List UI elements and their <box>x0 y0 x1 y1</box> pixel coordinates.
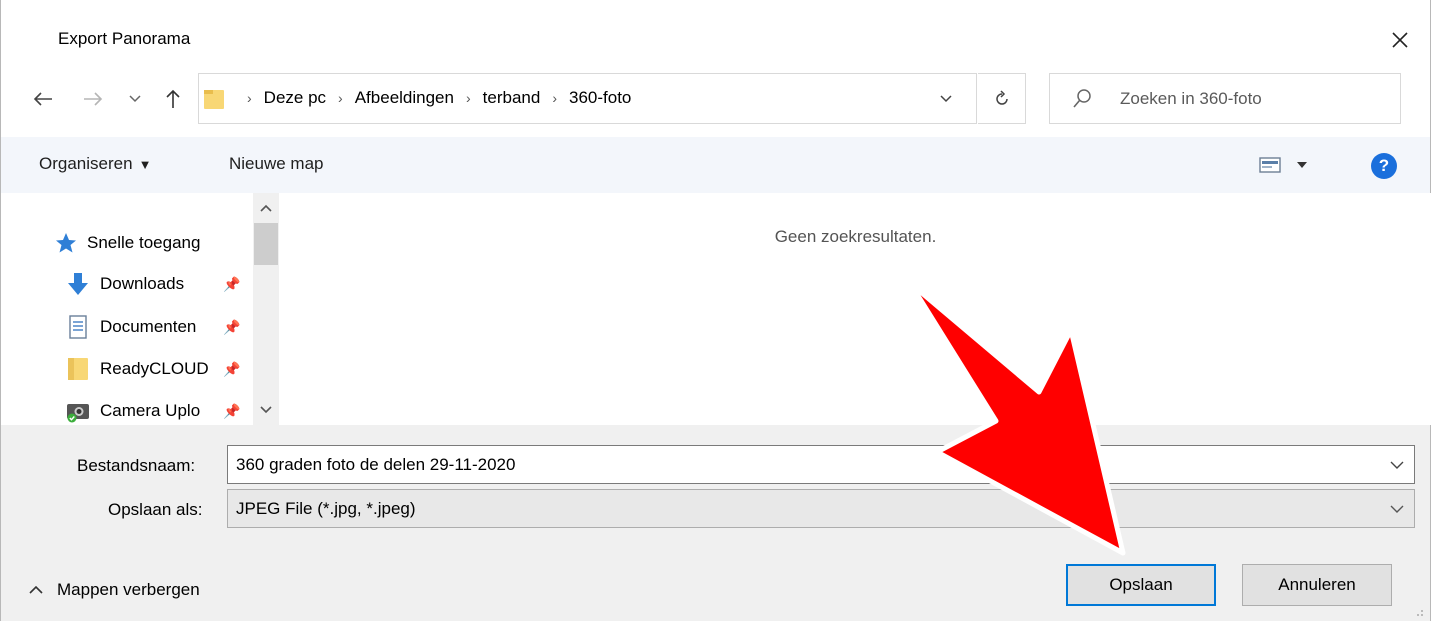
view-options-button[interactable] <box>1259 153 1321 177</box>
navigation-pane: Snelle toegang Downloads 📌 Documenten 📌 … <box>1 193 253 425</box>
chevron-down-icon <box>940 95 952 103</box>
resize-grip-icon[interactable] <box>1412 605 1424 617</box>
sidebar-item-label: Camera Uplo <box>100 401 201 420</box>
back-button[interactable] <box>29 85 57 113</box>
save-as-type-value: JPEG File (*.jpg, *.jpeg) <box>236 498 416 518</box>
document-icon <box>65 314 91 340</box>
export-dialog: Export Panorama › Deze pc › Afbeeldingen… <box>0 0 1431 621</box>
breadcrumb-item[interactable]: terband <box>483 88 541 108</box>
pin-icon: 📌 <box>223 402 241 419</box>
breadcrumb-separator: › <box>465 90 471 106</box>
chevron-down-icon <box>1390 461 1404 469</box>
title-bar: Export Panorama <box>1 0 1430 62</box>
breadcrumb-separator: › <box>247 90 252 106</box>
breadcrumb-item[interactable]: 360-foto <box>569 88 631 108</box>
close-button[interactable] <box>1382 22 1418 58</box>
sidebar-item-quick-access[interactable]: Snelle toegang <box>1 224 253 262</box>
hide-folders-toggle[interactable]: Mappen verbergen <box>29 580 200 600</box>
save-as-type-select[interactable]: JPEG File (*.jpg, *.jpeg) <box>227 489 1415 528</box>
scroll-down-button[interactable] <box>253 399 279 421</box>
refresh-icon <box>995 89 1008 105</box>
caret-down-icon <box>1297 162 1307 168</box>
empty-results-message: Geen zoekresultaten. <box>774 227 937 246</box>
help-button[interactable]: ? <box>1371 153 1397 179</box>
download-arrow-icon <box>65 271 91 297</box>
scroll-up-button[interactable] <box>253 197 279 219</box>
pin-icon: 📌 <box>223 318 241 335</box>
sidebar-item-label: Downloads <box>100 274 185 293</box>
file-list-pane[interactable]: Geen zoekresultaten. <box>279 193 1431 425</box>
forward-button[interactable] <box>79 85 107 113</box>
sidebar-item-readycloud[interactable]: ReadyCLOUD 📌 <box>1 350 253 388</box>
filename-dropdown-button[interactable] <box>1388 456 1406 474</box>
pin-icon: 📌 <box>223 360 241 377</box>
arrow-left-icon <box>33 92 52 106</box>
view-icon <box>1259 157 1281 173</box>
organize-label: Organiseren <box>39 154 133 173</box>
chevron-down-icon <box>1390 505 1404 513</box>
folder-icon <box>204 90 224 109</box>
filename-field[interactable]: 360 graden foto de delen 29-11-2020 <box>227 445 1415 484</box>
breadcrumb: › Deze pc › Afbeeldingen › terband › 360… <box>235 88 631 108</box>
new-folder-button[interactable]: Nieuwe map <box>229 154 324 174</box>
sidebar-item-label: Documenten <box>100 317 197 336</box>
dialog-title: Export Panorama <box>58 29 191 48</box>
arrow-up-icon <box>166 89 180 108</box>
breadcrumb-separator: › <box>552 90 557 106</box>
scrollbar-thumb[interactable] <box>254 223 278 265</box>
breadcrumb-separator: › <box>338 90 343 106</box>
star-icon <box>53 230 79 256</box>
sidebar-item-label: ReadyCLOUD <box>100 359 209 378</box>
command-toolbar: Organiseren ▼ Nieuwe map ? <box>1 137 1430 193</box>
organize-button[interactable]: Organiseren ▼ <box>39 154 151 174</box>
chevron-up-icon <box>29 586 43 594</box>
search-box[interactable] <box>1049 73 1401 124</box>
refresh-button[interactable] <box>978 73 1026 124</box>
pin-icon: 📌 <box>223 275 241 292</box>
address-dropdown-button[interactable] <box>936 88 956 110</box>
folder-icon <box>65 356 91 382</box>
chevron-down-icon <box>129 95 141 103</box>
recent-locations-button[interactable] <box>121 85 149 113</box>
camera-folder-icon <box>65 398 91 424</box>
chevron-up-icon <box>260 204 272 212</box>
save-as-type-dropdown-button[interactable] <box>1388 500 1406 518</box>
navigation-pane-scrollbar[interactable] <box>253 193 279 425</box>
save-options-panel: Bestandsnaam: 360 graden foto de delen 2… <box>1 425 1430 621</box>
arrow-right-icon <box>84 92 103 106</box>
chevron-down-icon <box>260 406 272 414</box>
address-bar[interactable]: › Deze pc › Afbeeldingen › terband › 360… <box>198 73 977 124</box>
breadcrumb-item[interactable]: Deze pc <box>264 88 326 108</box>
hide-folders-label: Mappen verbergen <box>57 580 200 599</box>
up-button[interactable] <box>159 85 187 113</box>
navigation-bar: › Deze pc › Afbeeldingen › terband › 360… <box>1 73 1430 125</box>
filename-value: 360 graden foto de delen 29-11-2020 <box>236 454 516 474</box>
caret-down-icon: ▼ <box>138 157 152 172</box>
sidebar-item-documents[interactable]: Documenten 📌 <box>1 308 253 346</box>
search-input[interactable] <box>1120 86 1390 112</box>
filename-label: Bestandsnaam: <box>77 456 196 475</box>
sidebar-item-downloads[interactable]: Downloads 📌 <box>1 265 253 303</box>
close-icon <box>1392 32 1408 48</box>
sidebar-item-label: Snelle toegang <box>87 233 201 252</box>
search-icon <box>1073 89 1091 108</box>
cancel-button[interactable]: Annuleren <box>1242 564 1392 606</box>
save-as-type-label: Opslaan als: <box>108 500 203 519</box>
breadcrumb-item[interactable]: Afbeeldingen <box>355 88 454 108</box>
save-button[interactable]: Opslaan <box>1066 564 1216 606</box>
